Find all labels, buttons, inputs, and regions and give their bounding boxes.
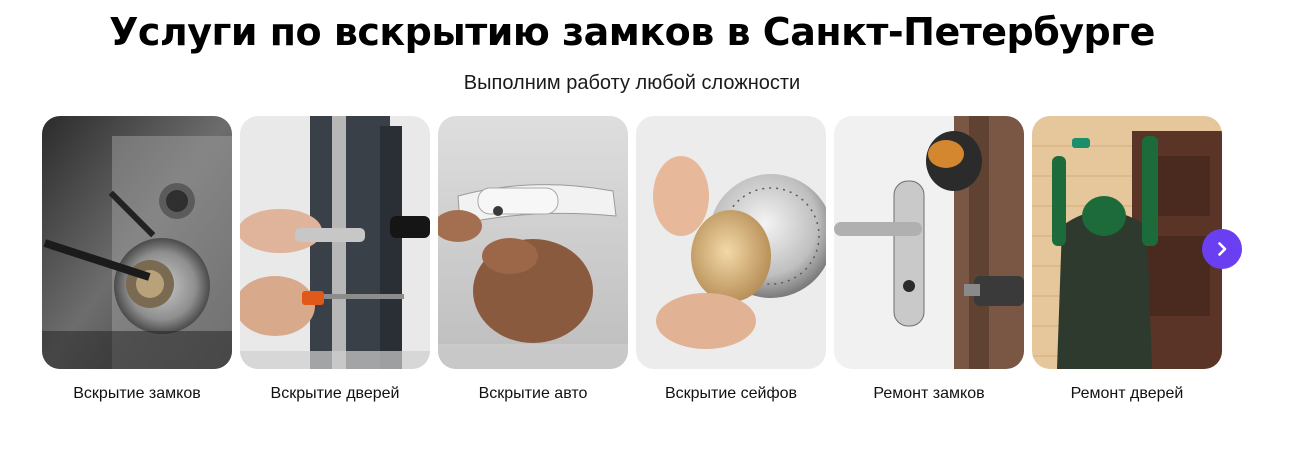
page-subtitle: Выполним работу любой сложности [463, 72, 801, 94]
chevron-right-icon [1218, 242, 1227, 256]
service-label: Ремонт замков [873, 385, 985, 402]
service-card-door-opening[interactable]: Вскрытие дверей [240, 116, 430, 404]
service-label: Вскрытие дверей [270, 385, 400, 402]
carousel-next-button[interactable] [1202, 229, 1242, 269]
service-card-safe-opening[interactable]: Вскрытие сейфов [636, 116, 826, 404]
service-card-lock-repair[interactable]: Ремонт замков [834, 116, 1024, 404]
services-carousel: Вскрытие замков Вскрытие дверей Вскрытие… [42, 116, 1222, 404]
service-card-car-opening[interactable]: Вскрытие авто [438, 116, 628, 404]
door-lock-opening-photo[interactable] [240, 116, 430, 369]
service-card-lock-opening[interactable]: Вскрытие замков [42, 116, 232, 404]
service-label: Вскрытие авто [478, 385, 588, 402]
service-label: Вскрытие сейфов [664, 385, 798, 402]
safe-combination-dial-photo[interactable] [636, 116, 826, 369]
car-door-handle-photo[interactable] [438, 116, 628, 369]
lock-cylinder-picking-photo[interactable] [42, 116, 232, 369]
page-title: Услуги по вскрытию замков в Санкт-Петерб… [109, 10, 1155, 54]
service-label: Ремонт дверей [1070, 385, 1184, 402]
service-label: Вскрытие замков [73, 385, 201, 402]
service-card-door-repair[interactable]: Ремонт дверей [1032, 116, 1222, 404]
door-installation-worker-photo[interactable] [1032, 116, 1222, 369]
door-handle-repair-photo[interactable] [834, 116, 1024, 369]
